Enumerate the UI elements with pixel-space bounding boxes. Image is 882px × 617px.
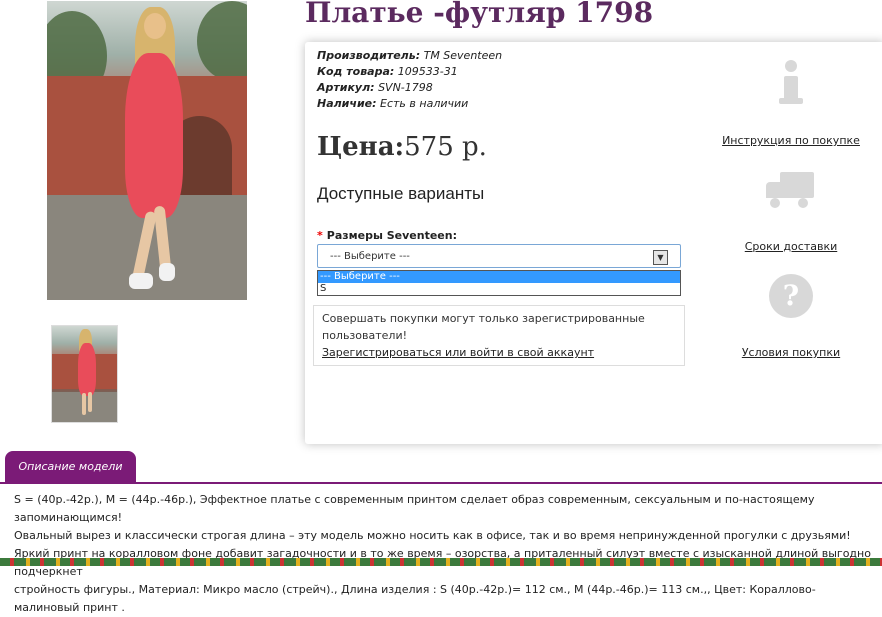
price-value: 575 р. — [404, 132, 487, 162]
login-notice: Совершать покупки могут только зарегистр… — [313, 305, 685, 366]
model-dress — [125, 53, 183, 218]
info-icon[interactable] — [779, 60, 803, 106]
manufacturer-label: Производитель: — [317, 49, 421, 62]
product-meta: Производитель: TM Seventeen Код товара: … — [317, 48, 502, 112]
code-value: 109533-31 — [397, 65, 458, 78]
model-leg — [82, 393, 86, 415]
photo-tree — [197, 1, 247, 81]
article-row: Артикул: SVN-1798 — [317, 80, 502, 96]
article-value: SVN-1798 — [378, 81, 433, 94]
code-label: Код товара: — [317, 65, 395, 78]
terms-block: ? Условия покупки — [721, 274, 861, 359]
availability-label: Наличие: — [317, 97, 377, 110]
description-line: стройность фигуры., Материал: Микро масл… — [14, 583, 816, 614]
price-label: Цена: — [317, 132, 405, 162]
tab-description[interactable]: Описание модели — [5, 451, 136, 483]
size-dropdown-list: --- Выберите --- S — [317, 270, 681, 296]
size-select-value: --- Выберите --- — [330, 251, 410, 262]
availability-row: Наличие: Есть в наличии — [317, 96, 502, 112]
model-leg — [88, 392, 92, 412]
size-option[interactable]: S — [318, 283, 680, 295]
product-thumbnail[interactable] — [51, 325, 118, 423]
description-text: S = (40р.-42р.), M = (44р.-46р.), Эффект… — [14, 491, 874, 617]
product-main-image[interactable] — [47, 1, 247, 300]
size-select[interactable]: --- Выберите --- ▼ — [317, 244, 681, 268]
model-shoe — [159, 263, 175, 281]
model-head — [144, 13, 166, 39]
register-login-link[interactable]: Зарегистрироваться или войти в свой акка… — [322, 346, 594, 359]
decorative-garland — [0, 558, 882, 566]
size-option[interactable]: --- Выберите --- — [318, 271, 680, 283]
model-dress — [78, 343, 96, 396]
notice-text: Совершать покупки могут только зарегистр… — [322, 312, 645, 342]
variants-heading: Доступные варианты — [317, 184, 485, 203]
required-mark: * — [317, 229, 323, 242]
instruction-block: Инструкция по покупке — [721, 60, 861, 147]
product-info-panel: Производитель: TM Seventeen Код товара: … — [305, 42, 882, 444]
terms-link[interactable]: Условия покупки — [721, 346, 861, 359]
manufacturer-value: TM Seventeen — [423, 49, 503, 62]
article-label: Артикул: — [317, 81, 375, 94]
manufacturer-row: Производитель: TM Seventeen — [317, 48, 502, 64]
size-label: * Размеры Seventeen: — [317, 229, 457, 242]
chevron-down-icon[interactable]: ▼ — [653, 250, 668, 265]
truck-icon[interactable] — [766, 170, 816, 212]
product-title: Платье -футляр 1798 — [305, 0, 654, 29]
availability-value: Есть в наличии — [380, 97, 469, 110]
instruction-link[interactable]: Инструкция по покупке — [721, 134, 861, 147]
code-row: Код товара: 109533-31 — [317, 64, 502, 80]
tab-underline — [0, 482, 882, 484]
question-icon[interactable]: ? — [769, 274, 813, 318]
description-line: S = (40р.-42р.), M = (44р.-46р.), Эффект… — [14, 493, 815, 524]
price: Цена:575 р. — [317, 132, 487, 162]
description-line: Овальный вырез и классически строгая дли… — [14, 529, 851, 542]
delivery-block: Сроки доставки — [721, 170, 861, 253]
size-label-text: Размеры Seventeen: — [326, 229, 457, 242]
model-shoe — [129, 273, 153, 289]
delivery-link[interactable]: Сроки доставки — [721, 240, 861, 253]
